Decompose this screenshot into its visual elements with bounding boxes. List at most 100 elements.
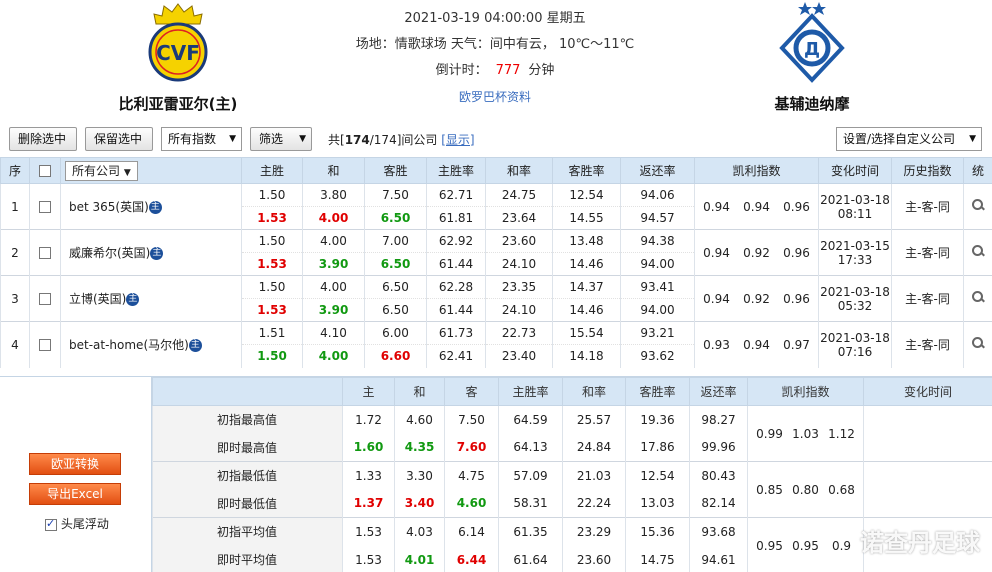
summary-col-draw: 和 xyxy=(394,377,445,406)
summary-value: 98.27 xyxy=(689,405,748,434)
history-link[interactable]: 主-客-同 xyxy=(891,275,964,322)
export-excel-button[interactable]: 导出Excel xyxy=(29,483,121,505)
filter-select[interactable]: 筛选 ▼ xyxy=(250,127,312,151)
summary-panel: 欧亚转换 导出Excel 头尾浮动 主 和 客 主胜率 和率 客胜率 返还率 凯… xyxy=(0,376,992,572)
live-odds-cell: 24.10 xyxy=(485,298,553,322)
search-icon[interactable] xyxy=(971,244,985,258)
row-checkbox[interactable] xyxy=(29,275,61,322)
dynamo-kyiv-crest-icon: Д xyxy=(779,2,845,83)
checkbox-icon[interactable] xyxy=(39,339,51,352)
summary-value: 1.53 xyxy=(342,517,395,546)
company-cell[interactable]: 立博(英国) 主 xyxy=(60,275,242,322)
col-draw-rate[interactable]: 和率 xyxy=(485,157,553,184)
col-away-rate[interactable]: 客胜率 xyxy=(552,157,621,184)
company-cell[interactable]: bet 365(英国) 主 xyxy=(60,183,242,230)
summary-value: 3.40 xyxy=(394,489,445,518)
kelly-value: 0.68 xyxy=(828,482,855,497)
keep-selected-button[interactable]: 保留选中 xyxy=(85,127,153,151)
history-link[interactable]: 主-客-同 xyxy=(891,183,964,230)
checkbox-icon[interactable] xyxy=(39,293,51,305)
summary-label: 即时最高值 xyxy=(152,433,343,462)
checkbox-icon[interactable] xyxy=(39,201,51,213)
float-checkbox[interactable] xyxy=(45,517,57,531)
change-time: 08:11 xyxy=(837,206,873,221)
company-name[interactable]: bet-at-home(马尔他) xyxy=(69,338,189,352)
live-odds-cell: 62.41 xyxy=(426,344,486,368)
kelly-value: 0.99 xyxy=(756,426,783,441)
col-home-rate[interactable]: 主胜率 xyxy=(426,157,486,184)
history-link[interactable]: 主-客-同 xyxy=(891,229,964,276)
stat-cell[interactable] xyxy=(963,229,992,276)
stat-cell[interactable] xyxy=(963,183,992,230)
init-odds-cell: 93.41 xyxy=(620,275,695,299)
summary-value: 4.35 xyxy=(394,433,445,462)
live-odds-cell: 4.00 xyxy=(302,344,365,368)
init-odds-cell: 3.80 xyxy=(302,183,365,207)
summary-label: 即时平均值 xyxy=(152,545,343,572)
stat-cell[interactable] xyxy=(963,321,992,368)
delete-selected-button[interactable]: 删除选中 xyxy=(9,127,77,151)
live-odds-cell: 1.50 xyxy=(241,344,303,368)
summary-change-time-cell xyxy=(863,405,992,462)
summary-value: 6.14 xyxy=(444,517,499,546)
countdown: 倒计时： 777 分钟 xyxy=(330,58,660,84)
home-tag-icon: 主 xyxy=(148,201,162,214)
row-seq: 1 xyxy=(0,183,30,230)
select-all-checkbox[interactable] xyxy=(29,157,61,184)
show-link[interactable]: [显示] xyxy=(441,133,474,147)
summary-col-home: 主 xyxy=(342,377,395,406)
table-row: 3 立博(英国) 主 1.50 4.00 6.50 62.28 23.35 14.37 93.41… xyxy=(0,275,992,322)
summary-value: 80.43 xyxy=(689,461,748,490)
init-odds-cell: 6.00 xyxy=(364,321,427,345)
float-header-toggle[interactable]: 头尾浮动 xyxy=(45,515,109,532)
row-seq: 4 xyxy=(0,321,30,368)
stat-cell[interactable] xyxy=(963,275,992,322)
live-odds-cell: 61.81 xyxy=(426,206,486,230)
summary-value: 21.03 xyxy=(562,461,626,490)
col-home[interactable]: 主胜 xyxy=(241,157,303,184)
row-checkbox[interactable] xyxy=(29,183,61,230)
live-odds-cell: 94.57 xyxy=(620,206,695,230)
live-odds-cell: 14.55 xyxy=(552,206,621,230)
init-odds-cell: 1.50 xyxy=(241,275,303,299)
euro-asia-convert-button[interactable]: 欧亚转换 xyxy=(29,453,121,475)
home-team: CVF 比利亚雷亚尔(主) xyxy=(78,0,278,114)
row-checkbox[interactable] xyxy=(29,229,61,276)
kelly-value: 0.97 xyxy=(783,337,810,352)
search-icon[interactable] xyxy=(971,290,985,304)
search-icon[interactable] xyxy=(971,336,985,350)
kelly-value: 0.85 xyxy=(756,482,783,497)
search-icon[interactable] xyxy=(971,198,985,212)
company-name[interactable]: 威廉希尔(英国) xyxy=(69,246,150,260)
custom-company-select[interactable]: 设置/选择自定义公司 ▼ xyxy=(836,127,982,151)
company-cell[interactable]: bet-at-home(马尔他) 主 xyxy=(60,321,242,368)
col-draw[interactable]: 和 xyxy=(302,157,365,184)
chevron-down-icon: ▼ xyxy=(969,134,976,144)
col-company[interactable]: 所有公司 ▼ xyxy=(60,157,242,184)
col-return-rate[interactable]: 返还率 xyxy=(620,157,695,184)
checkbox-icon[interactable] xyxy=(39,247,51,259)
live-odds-cell: 24.10 xyxy=(485,252,553,276)
row-checkbox[interactable] xyxy=(29,321,61,368)
summary-value: 19.36 xyxy=(625,405,690,434)
init-odds-cell: 7.00 xyxy=(364,229,427,253)
summary-value: 14.75 xyxy=(625,545,690,572)
company-name[interactable]: bet 365(英国) xyxy=(69,200,149,214)
summary-col-label xyxy=(152,377,343,406)
col-away[interactable]: 客胜 xyxy=(364,157,427,184)
company-cell[interactable]: 威廉希尔(英国) 主 xyxy=(60,229,242,276)
summary-value: 82.14 xyxy=(689,489,748,518)
summary-value: 1.33 xyxy=(342,461,395,490)
change-date: 2021-03-15 xyxy=(820,238,890,253)
competition-link[interactable]: 欧罗巴杯资料 xyxy=(459,90,531,104)
company-name[interactable]: 立博(英国) xyxy=(69,292,126,306)
summary-col-home-rate: 主胜率 xyxy=(498,377,563,406)
summary-value: 94.61 xyxy=(689,545,748,572)
init-odds-cell: 4.00 xyxy=(302,229,365,253)
kelly-cell: 0.94 0.92 0.96 xyxy=(694,229,819,276)
summary-value: 4.60 xyxy=(394,405,445,434)
init-odds-cell: 6.50 xyxy=(364,275,427,299)
index-type-select[interactable]: 所有指数 ▼ xyxy=(161,127,242,151)
history-link[interactable]: 主-客-同 xyxy=(891,321,964,368)
home-tag-icon: 主 xyxy=(188,339,202,353)
